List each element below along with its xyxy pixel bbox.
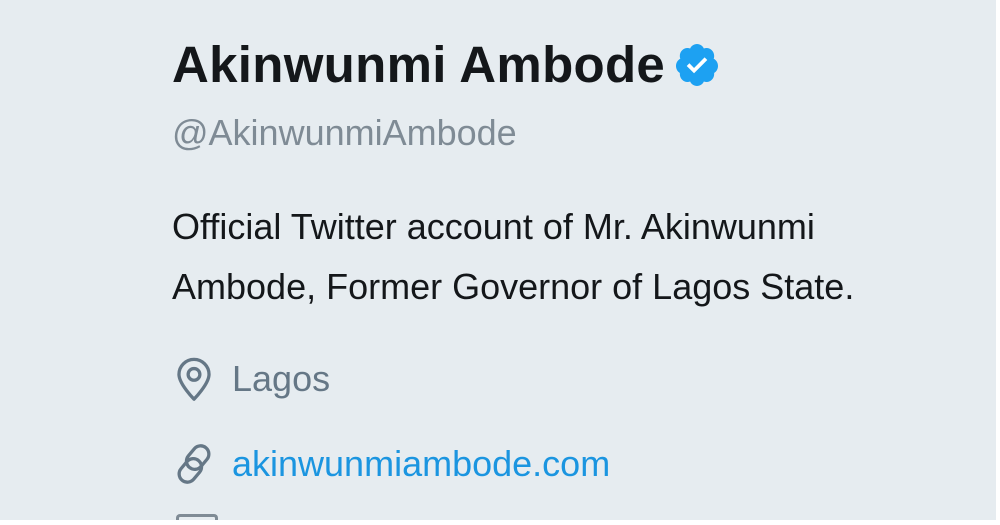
profile-bio: Official Twitter account of Mr. Akinwunm…	[172, 197, 972, 317]
link-icon	[177, 444, 211, 484]
bio-line-1: Official Twitter account of Mr. Akinwunm…	[172, 206, 815, 247]
website-link[interactable]: akinwunmiambode.com	[232, 440, 610, 488]
website-row: akinwunmiambode.com	[172, 440, 610, 488]
location-pin-icon	[177, 357, 211, 401]
name-row: Akinwunmi Ambode	[172, 34, 721, 96]
bio-line-2: Ambode, Former Governor of Lagos State.	[172, 266, 855, 307]
user-handle[interactable]: @AkinwunmiAmbode	[172, 112, 517, 154]
display-name[interactable]: Akinwunmi Ambode	[172, 34, 665, 96]
location-row: Lagos	[172, 355, 330, 403]
calendar-icon	[176, 514, 218, 520]
profile-card: Akinwunmi Ambode @AkinwunmiAmbode Offici…	[0, 0, 1000, 525]
location-text: Lagos	[232, 358, 331, 399]
verified-badge-icon	[676, 44, 719, 86]
